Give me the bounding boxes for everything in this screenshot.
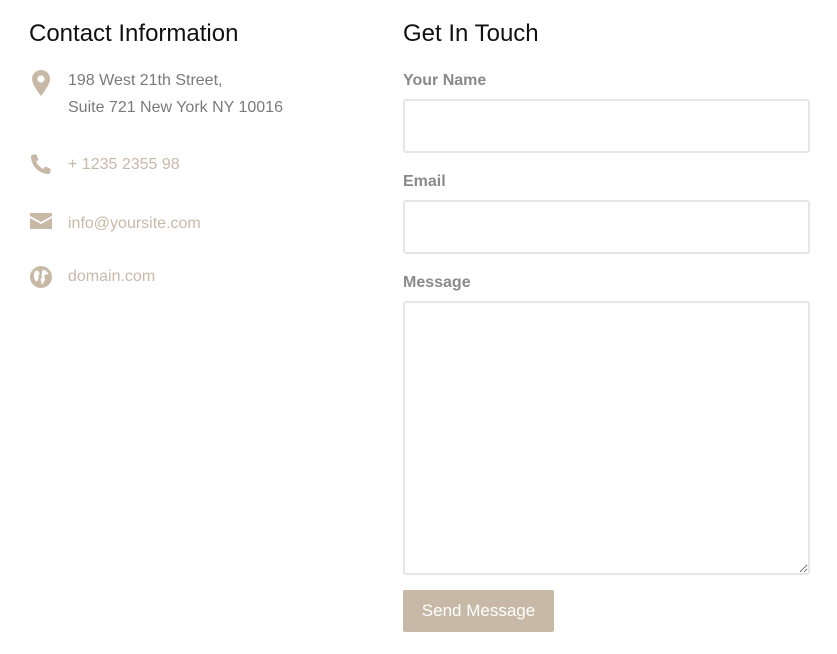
email-input[interactable] [403, 200, 810, 254]
phone-link[interactable]: + 1235 2355 98 [68, 151, 180, 178]
phone-icon [29, 154, 53, 178]
form-title: Get In Touch [403, 20, 539, 47]
send-message-button[interactable]: Send Message [403, 590, 554, 632]
email-row: info@yoursite.com [29, 213, 201, 237]
globe-icon [29, 266, 53, 290]
address-row: 198 West 21th Street, Suite 721 New York… [29, 70, 283, 121]
contact-form-section: Get In Touch Your Name Email Message Sen… [403, 20, 810, 632]
contact-info-section: Contact Information 198 West 21th Street… [29, 20, 369, 288]
contact-info-title: Contact Information [29, 20, 239, 47]
email-label: Email [403, 173, 446, 190]
email-link[interactable]: info@yoursite.com [68, 210, 201, 237]
website-row: domain.com [29, 266, 155, 290]
phone-row: + 1235 2355 98 [29, 154, 180, 178]
envelope-icon [29, 213, 53, 237]
address-line-1: 198 West 21th Street, [68, 72, 223, 89]
website-link[interactable]: domain.com [68, 263, 155, 290]
address-text: 198 West 21th Street, Suite 721 New York… [68, 67, 283, 121]
name-input[interactable] [403, 99, 810, 153]
message-label: Message [403, 274, 471, 291]
name-label: Your Name [403, 72, 487, 89]
message-input[interactable] [403, 301, 810, 575]
address-line-2: Suite 721 New York NY 10016 [68, 99, 283, 116]
map-marker-icon [29, 70, 53, 96]
